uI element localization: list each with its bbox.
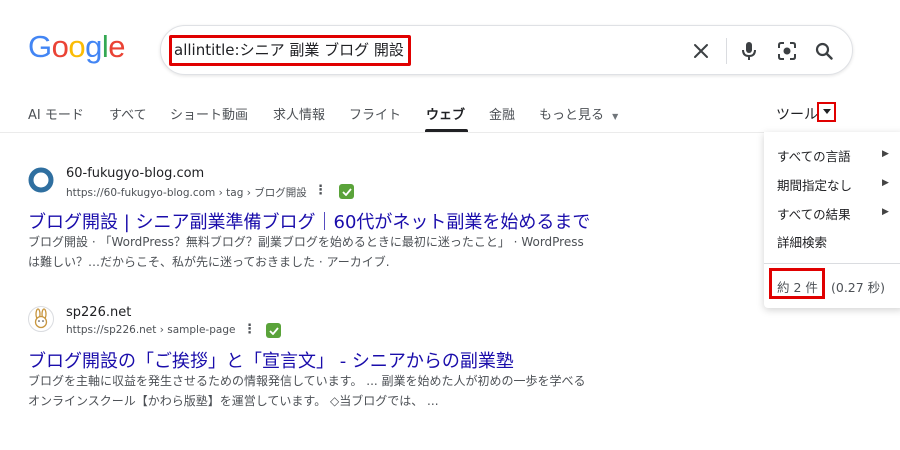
result-time: (0.27 秒) (831, 280, 886, 295)
verified-check-icon (339, 184, 354, 199)
tab-short-videos[interactable]: ショート動画 (170, 104, 248, 123)
result-site-name[interactable]: 60-fukugyo-blog.com (66, 166, 204, 181)
google-logo[interactable]: Google (28, 29, 126, 65)
result-title-link[interactable]: ブログ開設の「ご挨拶」と「宣言文」 - シニアからの副業塾 (28, 347, 514, 373)
result-url[interactable]: https://sp226.net › sample-page (66, 324, 235, 336)
chevron-right-icon: ▶ (882, 149, 889, 159)
result-snippet-line: ブログを主軸に収益を発生させるための情報発信しています。 ... 副業を始めた人… (28, 374, 586, 388)
tab-web[interactable]: ウェブ (426, 104, 465, 123)
search-icon[interactable] (812, 39, 836, 63)
result-snippet-line: は難しい？…だからこそ、私が先に迷っておきました · アーカイブ. (28, 255, 390, 269)
more-options-icon[interactable]: ⋮ (314, 184, 327, 197)
site-favicon-icon (28, 167, 54, 193)
result-snippet-line: オンラインスクール【かわら版塾】を運営しています。 ◇当ブログでは、 ... (28, 394, 439, 408)
clear-icon[interactable] (689, 39, 713, 63)
chevron-right-icon: ▶ (882, 178, 889, 188)
search-tabs: AI モード すべて ショート動画 求人情報 フライト ウェブ 金融 もっと見る… (0, 95, 900, 133)
tab-finance[interactable]: 金融 (489, 104, 515, 123)
tools-menu: すべての言語 ▶ 期間指定なし ▶ すべての結果 ▶ 詳細検索 約 2 件 (0… (764, 132, 900, 308)
logo-letter: g (85, 29, 102, 64)
logo-letter: o (51, 29, 69, 64)
menu-item-language[interactable]: すべての言語 (777, 146, 851, 165)
lens-camera-icon[interactable] (775, 39, 799, 63)
caret-down-icon (822, 109, 831, 114)
tools-dropdown-toggle[interactable] (817, 102, 836, 122)
menu-item-all-results[interactable]: すべての結果 (777, 204, 851, 223)
result-count: 約 2 件 (777, 280, 818, 295)
site-favicon-icon (28, 306, 54, 332)
menu-divider (764, 263, 900, 264)
tab-flights[interactable]: フライト (349, 104, 401, 123)
search-box[interactable]: allintitle:シニア 副業 ブログ 開設 (160, 25, 853, 75)
verified-check-icon (266, 323, 281, 338)
tab-ai-mode[interactable]: AI モード (28, 104, 84, 123)
chevron-down-icon: ▼ (612, 112, 619, 121)
result-snippet-line: ブログ開設 · 「WordPress？無料ブログ？副業ブログを始めるときに最初に… (28, 235, 584, 249)
result-site-name[interactable]: sp226.net (66, 305, 131, 320)
tab-jobs[interactable]: 求人情報 (273, 104, 325, 123)
microphone-icon[interactable] (737, 39, 761, 63)
more-options-icon[interactable]: ⋮ (243, 323, 256, 336)
logo-letter: e (108, 29, 126, 64)
tab-more-label: もっと見る (539, 108, 605, 123)
menu-item-advanced-search[interactable]: 詳細検索 (777, 232, 827, 251)
tab-more[interactable]: もっと見る ▼ (539, 104, 618, 123)
result-title-link[interactable]: ブログ開設 | シニア副業準備ブログ｜60代がネット副業を始めるまで (28, 208, 590, 234)
result-url[interactable]: https://60-fukugyo-blog.com › tag › ブログ開… (66, 185, 307, 200)
chevron-right-icon: ▶ (882, 207, 889, 217)
menu-item-time-range[interactable]: 期間指定なし (777, 175, 852, 194)
tools-button[interactable]: ツール (776, 104, 818, 124)
tab-all[interactable]: すべて (109, 104, 147, 123)
logo-letter: o (68, 29, 86, 64)
search-divider (726, 38, 727, 64)
search-input[interactable]: allintitle:シニア 副業 ブログ 開設 (174, 39, 404, 60)
logo-letter: G (28, 29, 52, 64)
